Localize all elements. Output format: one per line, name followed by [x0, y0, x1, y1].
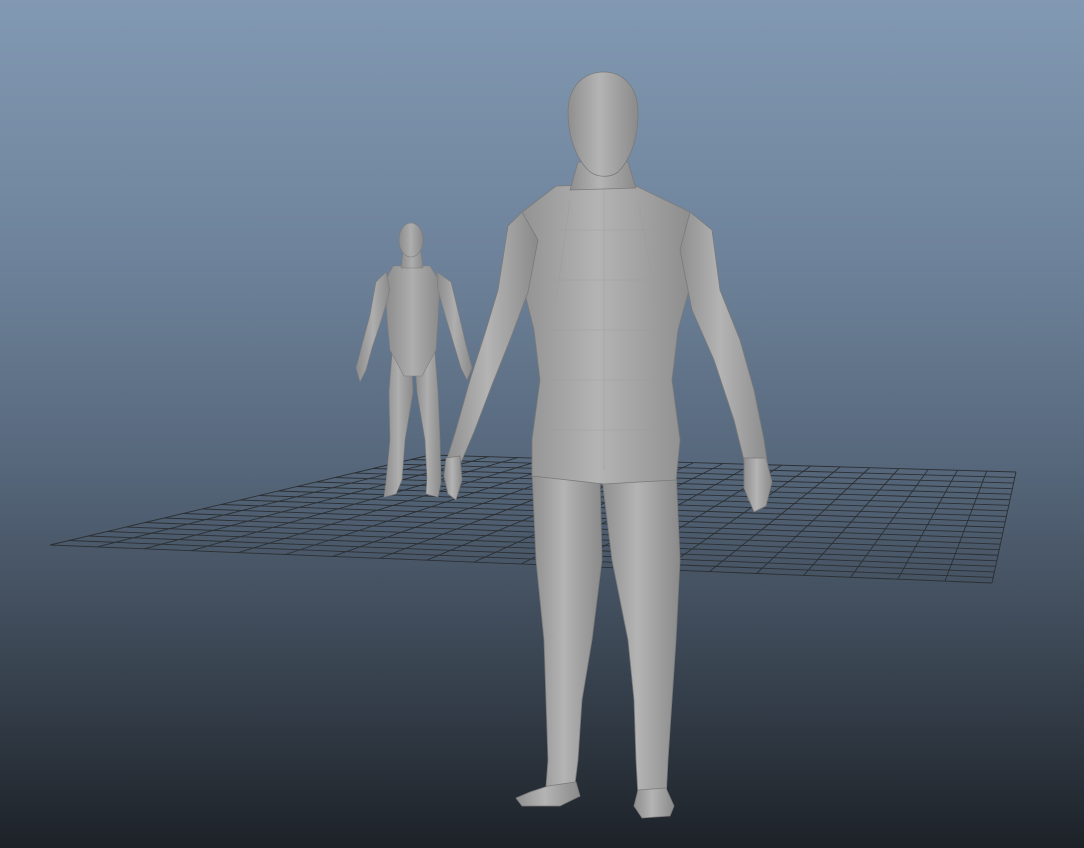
fg-figure-right-foot: [633, 787, 675, 819]
human-figure-foreground[interactable]: [443, 71, 773, 819]
viewport-canvas[interactable]: [0, 0, 1084, 848]
fg-figure-torso: [513, 183, 701, 485]
fg-figure-head: [567, 71, 639, 177]
fg-figure-left-foot: [515, 781, 581, 807]
fg-figure-right-hand: [743, 457, 773, 513]
grid-line: [944, 470, 988, 582]
grid-line: [372, 468, 1013, 490]
fg-figure-right-leg: [601, 467, 681, 801]
fg-figure-left-hand: [443, 455, 463, 501]
grid-line: [429, 454, 1017, 473]
bg-figure-head: [398, 222, 424, 258]
grid-line: [410, 459, 1015, 478]
3d-viewport[interactable]: [0, 0, 1084, 848]
fg-figure-left-leg: [531, 469, 603, 801]
grid-line: [391, 463, 1014, 484]
grid-line: [897, 470, 958, 580]
bg-figure-left-arm: [355, 271, 391, 383]
bg-figure-right-arm: [436, 271, 473, 381]
